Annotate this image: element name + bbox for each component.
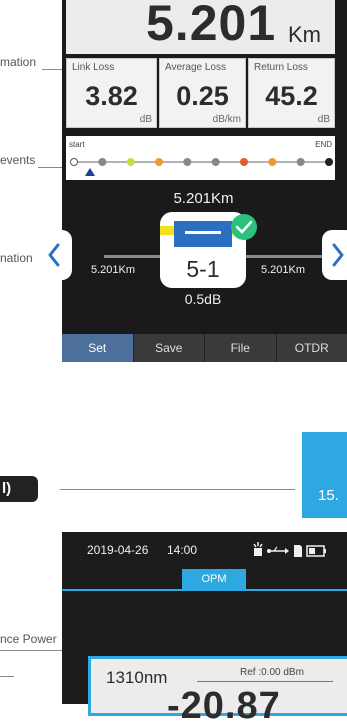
reference-underline [197,681,333,682]
map-left-distance: 5.201Km [91,264,135,276]
return-loss-card: Return Loss 45.2 dB [248,58,335,128]
power-panel: 1310nm Ref :0.00 dBm -20.87 [88,656,347,716]
bottom-menu: Set Save File OTDR [62,334,347,362]
event-name: 5-1 [160,256,246,283]
event-dot[interactable] [297,159,304,166]
loss-title: Average Loss [165,62,226,73]
menu-otdr[interactable]: OTDR [276,334,347,362]
tab-underline [62,589,347,591]
event-dot[interactable] [212,159,219,166]
event-dot[interactable] [71,159,78,166]
chevron-left-icon [47,243,61,267]
event-dot[interactable] [156,159,163,166]
event-loss: 0.5dB [157,291,249,307]
power-value: -20.87 [167,685,281,728]
wavelength-label: 1310nm [106,668,167,688]
light-source-icon [254,542,262,556]
menu-set[interactable]: Set [62,334,133,362]
next-event-button[interactable] [322,230,347,280]
status-icons [252,542,332,558]
distance-value: 5.201 [146,0,276,52]
loss-unit: dB [140,114,152,125]
loss-title: Link Loss [72,62,114,73]
average-loss-card: Average Loss 0.25 dB/km [159,58,246,128]
previous-event-button[interactable] [38,230,72,280]
fiber-line-right [246,255,322,258]
status-time: 14:00 [167,543,197,557]
usb-icon [267,547,289,554]
events-bar[interactable]: start END [66,136,335,180]
loss-title: Return Loss [254,62,308,73]
current-event-marker-icon [85,168,95,176]
status-date: 2019-04-26 [87,543,148,557]
page-number-block [302,432,347,518]
status-bar: 2019-04-26 14:00 [62,540,347,560]
event-dot[interactable] [184,159,191,166]
callout-label-information: nation [0,251,33,265]
loss-unit: dB/km [213,114,241,125]
menu-file[interactable]: File [204,334,276,362]
callout-leader [0,650,62,651]
loss-unit: dB [318,114,330,125]
map-total-distance: 5.201Km [0,190,347,207]
event-dot[interactable] [269,159,276,166]
event-dot[interactable] [127,159,134,166]
event-dot[interactable] [241,159,248,166]
distance-panel: 5.201 Km [66,0,335,54]
events-track [66,136,335,180]
battery-icon [307,546,326,556]
section-divider-line [60,489,295,490]
callout-label-events: events [0,153,35,167]
page-number: 15. [318,487,339,504]
event-dot[interactable] [99,159,106,166]
loss-value: 3.82 [67,81,156,112]
tab-opm[interactable]: OPM [182,569,246,589]
map-right-distance: 5.201Km [261,264,305,276]
menu-save[interactable]: Save [133,334,205,362]
sd-card-icon [294,545,302,557]
fiber-line-left [104,255,160,258]
callout-label-reference-power: nce Power [0,632,57,646]
loss-value: 45.2 [249,81,334,112]
callout-label-information: mation [0,55,36,69]
chevron-right-icon [331,243,345,267]
distance-unit: Km [288,22,321,48]
event-dot[interactable] [326,159,333,166]
section-tag: l) [0,476,38,502]
loss-value: 0.25 [160,81,245,112]
link-loss-card: Link Loss 3.82 dB [66,58,157,128]
reference-value: Ref :0.00 dBm [240,667,304,678]
callout-leader [0,676,14,677]
callout-leader [42,69,62,70]
pass-check-icon [230,213,258,241]
